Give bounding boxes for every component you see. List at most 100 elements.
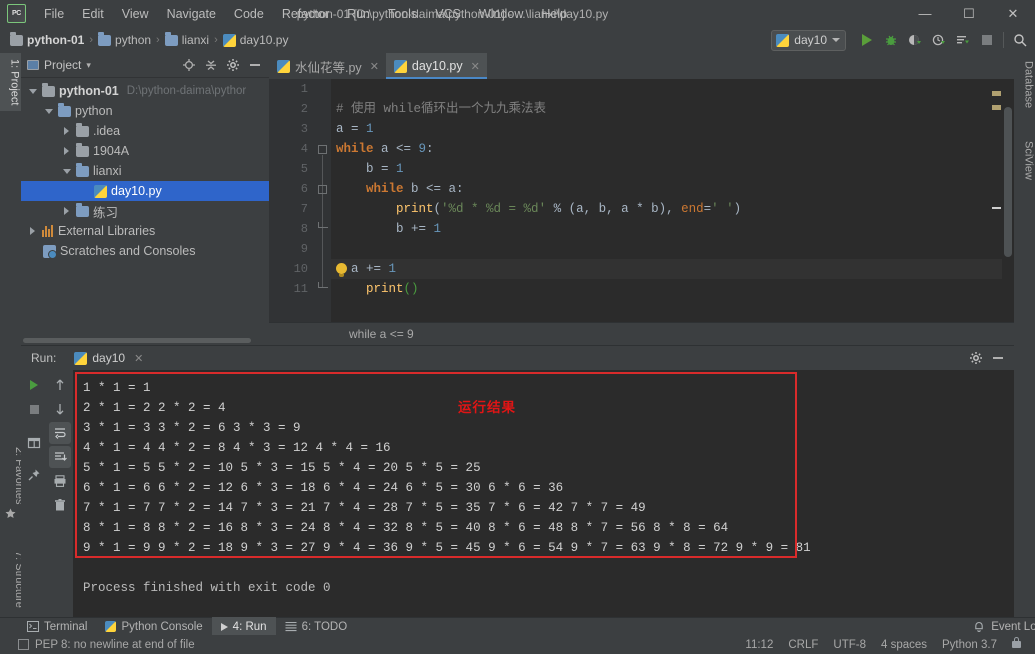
sidebar-tab-label: SciView <box>1022 141 1035 180</box>
tool-window-run[interactable]: 4: Run <box>211 617 276 636</box>
run-with-coverage-button[interactable] <box>904 29 926 51</box>
menu-item-vcs[interactable]: VCS <box>426 4 470 24</box>
console-line: 4 * 1 = 4 4 * 2 = 8 4 * 3 = 12 4 * 4 = 1… <box>83 441 399 455</box>
tree-item-idea[interactable]: .idea <box>21 121 269 141</box>
breadcrumb-item-python[interactable]: python <box>94 31 155 48</box>
console-output[interactable]: 1 * 1 = 1 2 * 1 = 2 2 * 2 = 4 3 * 1 = 3 … <box>73 370 1014 618</box>
soft-wrap-button[interactable] <box>49 422 71 444</box>
twisty-collapsed-icon[interactable] <box>61 127 72 135</box>
todo-icon <box>285 621 297 632</box>
print-button[interactable] <box>49 470 71 492</box>
twisty-collapsed-icon[interactable] <box>27 227 38 235</box>
tree-item-python-01[interactable]: python-01 D:\python-daima\pythor <box>21 81 269 101</box>
editor-breadcrumb-label[interactable]: while a <= 9 <box>349 327 414 341</box>
sidebar-tab-sciview[interactable]: SciView <box>1014 135 1035 186</box>
pin-tab-button[interactable] <box>23 464 45 486</box>
menu-item-file[interactable]: File <box>35 4 73 24</box>
twisty-expanded-icon[interactable] <box>61 168 72 174</box>
close-icon[interactable]: ✕ <box>471 60 480 73</box>
tool-window-terminal[interactable]: Terminal <box>18 617 96 636</box>
tree-item-day10-py[interactable]: day10.py <box>21 181 269 201</box>
close-button[interactable]: ✕ <box>991 0 1035 27</box>
editor-tab-shuixianhua[interactable]: 水仙花等.py ✕ <box>269 53 386 79</box>
tree-item-scratches-and-consoles[interactable]: Scratches and Consoles <box>21 241 269 261</box>
collapse-all-button[interactable] <box>201 55 221 75</box>
tree-item-external-libraries[interactable]: External Libraries <box>21 221 269 241</box>
stop-process-button[interactable] <box>23 398 45 420</box>
maximize-button[interactable]: ☐ <box>947 0 991 27</box>
menu-item-tools[interactable]: Tools <box>379 4 426 24</box>
code-editor[interactable]: 1 2 3 4 5 6 7 8 9 10 11 # 使用 while循环出一个九… <box>269 79 1014 345</box>
stop-button[interactable] <box>976 29 998 51</box>
menu-item-code[interactable]: Code <box>225 4 273 24</box>
close-icon[interactable]: ✕ <box>370 60 379 73</box>
editor-tab-day10[interactable]: day10.py ✕ <box>385 53 487 79</box>
stop-icon <box>982 35 992 45</box>
lock-icon[interactable] <box>1012 637 1021 648</box>
scrollbar-thumb[interactable] <box>1004 107 1012 257</box>
breadcrumb-item-lianxi[interactable]: lianxi <box>161 31 213 48</box>
menu-item-run[interactable]: Run <box>338 4 379 24</box>
scrollbar-thumb[interactable] <box>23 338 251 343</box>
twisty-expanded-icon[interactable] <box>43 108 54 114</box>
breadcrumb-item-day10[interactable]: day10.py <box>219 32 293 48</box>
clear-all-button[interactable] <box>49 494 71 516</box>
tool-window-python-console[interactable]: Python Console <box>96 617 211 636</box>
debug-button[interactable] <box>880 29 902 51</box>
twisty-collapsed-icon[interactable] <box>61 147 72 155</box>
python-interpreter[interactable]: Python 3.7 <box>942 639 997 651</box>
menu-item-refactor[interactable]: Refactor <box>273 4 338 24</box>
sidebar-tab-database[interactable]: Database <box>1014 55 1035 114</box>
tree-item-lianxi[interactable]: lianxi <box>21 161 269 181</box>
menu-item-view[interactable]: View <box>113 4 158 24</box>
close-icon[interactable]: ✕ <box>134 352 143 365</box>
editor-marker-warning[interactable] <box>992 105 1001 110</box>
hide-panel-button[interactable] <box>245 55 265 75</box>
scroll-to-end-button[interactable] <box>49 446 71 468</box>
menu-item-navigate[interactable]: Navigate <box>158 4 225 24</box>
code-line-11: print() <box>366 282 419 296</box>
menu-item-help[interactable]: Help <box>532 4 576 24</box>
fold-marker-while-inner[interactable] <box>318 185 327 194</box>
tool-window-todo[interactable]: 6: TODO <box>276 617 357 636</box>
tree-item-python[interactable]: python <box>21 101 269 121</box>
breadcrumb-item-python-01[interactable]: python-01 <box>6 31 88 48</box>
search-everywhere-button[interactable] <box>1009 29 1031 51</box>
twisty-expanded-icon[interactable] <box>27 88 38 94</box>
tree-item-1904a[interactable]: 1904A <box>21 141 269 161</box>
editor-marker-warning[interactable] <box>992 91 1001 96</box>
editor-scrollbar[interactable] <box>1002 105 1014 345</box>
line-number: 10 <box>293 262 308 276</box>
indent-setting[interactable]: 4 spaces <box>881 639 927 651</box>
rerun-button[interactable] <box>23 374 45 396</box>
caret-position[interactable]: 11:12 <box>745 639 773 651</box>
fold-marker-while-outer[interactable] <box>318 145 327 154</box>
minimize-button[interactable]: — <box>903 0 947 27</box>
run-button[interactable] <box>856 29 878 51</box>
file-encoding[interactable]: UTF-8 <box>833 639 866 651</box>
code-text[interactable]: # 使用 while循环出一个九九乘法表 a = 1 while a <= 9:… <box>331 79 1014 345</box>
event-log-area[interactable]: Event Log <box>973 621 1035 633</box>
toggle-tasks-button[interactable] <box>23 432 45 454</box>
line-separator[interactable]: CRLF <box>788 639 818 651</box>
chevron-down-icon[interactable]: ▾ <box>86 60 91 71</box>
menu-item-edit[interactable]: Edit <box>73 4 113 24</box>
tree-item-label: External Libraries <box>58 224 156 238</box>
menu-item-window[interactable]: Window <box>470 4 532 24</box>
intention-bulb-icon[interactable] <box>336 263 347 277</box>
settings-button[interactable] <box>223 55 243 75</box>
scroll-down-button[interactable] <box>49 398 71 420</box>
run-console-button[interactable] <box>952 29 974 51</box>
locate-file-button[interactable] <box>179 55 199 75</box>
run-configuration-selector[interactable]: day10 <box>771 29 846 51</box>
fold-gutter[interactable] <box>315 79 331 345</box>
inspection-checkbox[interactable] <box>18 639 29 650</box>
tree-item-lianxi-cn[interactable]: 练习 <box>21 201 269 221</box>
profile-button[interactable] <box>928 29 950 51</box>
project-horizontal-scrollbar[interactable] <box>21 336 269 345</box>
scroll-up-button[interactable] <box>49 374 71 396</box>
run-tab-day10[interactable]: day10 ✕ <box>74 351 143 365</box>
twisty-collapsed-icon[interactable] <box>61 207 72 215</box>
hide-run-panel-button[interactable] <box>988 348 1008 368</box>
run-settings-button[interactable] <box>966 348 986 368</box>
